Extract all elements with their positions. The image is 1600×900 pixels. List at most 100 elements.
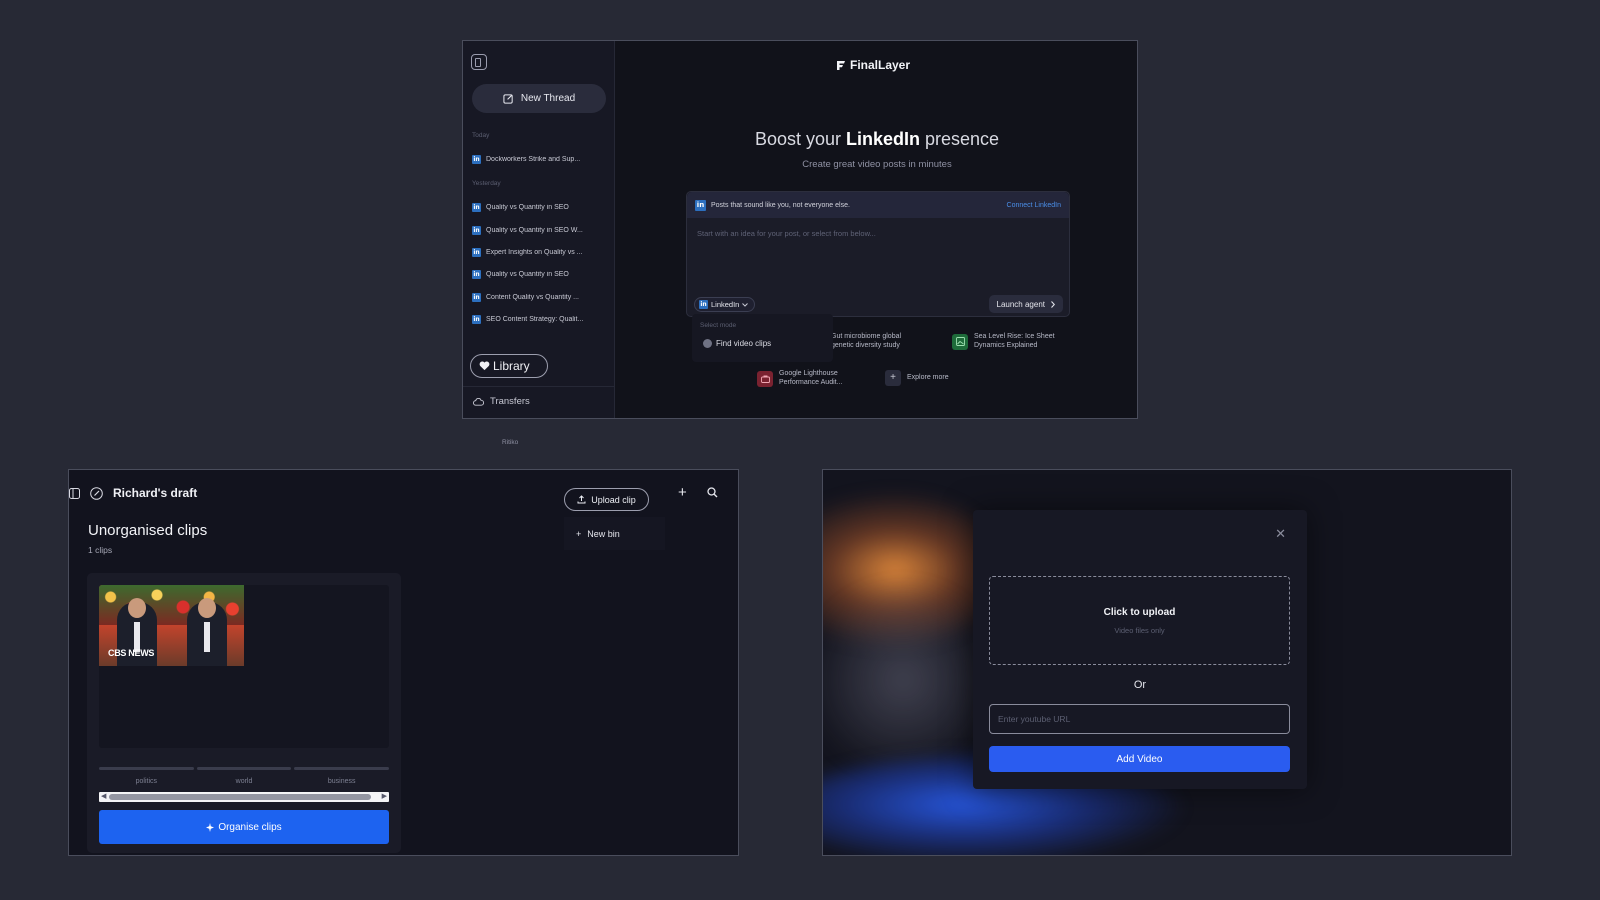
mode-dropdown: Select mode Find video clips	[692, 314, 833, 362]
linkedin-icon: in	[472, 270, 481, 279]
organise-clips-button[interactable]: Organise clips	[99, 810, 389, 844]
new-thread-label: New Thread	[520, 93, 576, 104]
sidebar-thread-item[interactable]: in Content Quality vs Quantity ...	[472, 293, 606, 302]
upload-video-modal: ✕ Click to upload Video files only Or Ad…	[973, 510, 1307, 789]
clip-grid: CBS NEWS	[99, 585, 389, 748]
scroll-left-icon[interactable]: ◀	[101, 793, 106, 801]
clip-thumbnail[interactable]: CBS NEWS	[99, 585, 244, 666]
new-thread-button[interactable]: New Thread	[472, 84, 606, 113]
post-composer: in Posts that sound like you, not everyo…	[686, 191, 1070, 317]
linkedin-icon: in	[472, 155, 481, 164]
suggestion-text: Performance Audit...	[779, 378, 843, 386]
section-title: Unorganised clips	[88, 522, 208, 539]
sidebar-thread-item[interactable]: in SEO Content Strategy: Qualit...	[472, 315, 606, 324]
transfers-button[interactable]: Transfers	[473, 396, 530, 407]
plus-icon: +	[885, 370, 901, 386]
edit-icon	[503, 93, 514, 104]
sidebar-thread-item[interactable]: in Dockworkers Strike and Sup...	[472, 155, 606, 164]
launch-agent-label: Launch agent	[996, 299, 1046, 309]
linkedin-icon: in	[472, 226, 481, 235]
tag-world[interactable]: world	[196, 767, 292, 785]
upload-clip-button[interactable]: Upload clip	[564, 488, 649, 511]
platform-select[interactable]: in LinkedIn	[694, 297, 756, 312]
sidebar-thread-item[interactable]: in Expert Insights on Quality vs ...	[472, 248, 606, 257]
youtube-url-input[interactable]	[989, 704, 1290, 734]
close-icon[interactable]: ✕	[1275, 526, 1286, 542]
mode-option-find-video-clips[interactable]: Find video clips	[703, 339, 771, 348]
edit-icon[interactable]	[90, 486, 103, 500]
linkedin-icon: in	[472, 248, 481, 257]
clip-bin: CBS NEWS politics world business ◀ ▶ Org…	[87, 573, 401, 853]
sidebar-thread-item[interactable]: in Quality vs Quantity in SEO	[472, 203, 606, 212]
or-separator: Or	[1133, 679, 1147, 691]
scroll-right-icon[interactable]: ▶	[382, 793, 387, 801]
draft-header: Richard's draft	[69, 486, 197, 500]
organise-clips-label: Organise clips	[218, 821, 282, 833]
brand-logo: FinalLayer	[836, 58, 910, 72]
sidebar-thread-item[interactable]: in Quality vs Quantity in SEO W...	[472, 226, 606, 235]
composer-banner: in Posts that sound like you, not everyo…	[687, 192, 1069, 218]
sparkle-icon	[206, 822, 215, 832]
suggestion-text: Google Lighthouse	[779, 370, 838, 377]
suggestion-chip[interactable]: Sea Level Rise: Ice Sheet Dynamics Explai…	[952, 333, 1055, 350]
clip-count: 1 clips	[88, 545, 113, 555]
scrollbar-thumb[interactable]	[109, 794, 371, 800]
tag-label: world	[235, 778, 253, 785]
connect-linkedin-link[interactable]: Connect LinkedIn	[1007, 202, 1061, 209]
transfers-label: Transfers	[490, 396, 530, 407]
library-label: Library	[493, 359, 530, 373]
section-yesterday: Yesterday	[472, 180, 501, 187]
linkedin-icon: in	[695, 199, 706, 211]
library-button[interactable]: Library	[470, 354, 548, 378]
brand-name: FinalLayer	[850, 58, 911, 72]
add-icon[interactable]: +	[678, 484, 687, 501]
new-bin-menu-item[interactable]: + New bin	[564, 517, 665, 550]
tag-bar: politics world business	[99, 767, 390, 785]
upload-dropzone[interactable]: Click to upload Video files only	[989, 576, 1290, 665]
linkedin-icon: in	[699, 300, 708, 309]
upload-dialog-window: ✕ Click to upload Video files only Or Ad…	[822, 469, 1512, 856]
dropzone-title: Click to upload	[1103, 607, 1176, 618]
sidebar-divider	[463, 386, 615, 387]
section-today: Today	[472, 132, 490, 139]
tag-business[interactable]: business	[294, 767, 390, 785]
suggestion-text: Gut microbiome global	[831, 333, 902, 340]
heart-icon	[479, 361, 490, 371]
horizontal-scrollbar[interactable]: ◀ ▶	[99, 792, 389, 802]
suggestion-text: genetic diversity study	[831, 341, 900, 349]
add-video-button[interactable]: Add Video	[989, 746, 1290, 772]
thumbnail-person	[187, 598, 227, 666]
mode-option-label: Find video clips	[716, 339, 772, 348]
headline-text: presence	[920, 129, 1000, 149]
tag-label: politics	[135, 778, 158, 785]
finallayer-app-window: New Thread Today in Dockworkers Strike a…	[462, 40, 1138, 419]
sidebar-thread-item[interactable]: in Quality vs Quantity in SEO	[472, 270, 606, 279]
composer-input[interactable]: Start with an idea for your post, or sel…	[697, 229, 876, 238]
tag-label: business	[327, 778, 356, 785]
chevron-down-icon	[742, 302, 749, 307]
page-headline: Boost your LinkedIn presence	[615, 129, 1137, 150]
explore-more-chip[interactable]: + Explore more	[885, 370, 949, 386]
tag-progress	[196, 767, 292, 770]
sidebar-toggle-icon[interactable]	[69, 487, 80, 499]
sidebar-toggle-icon[interactable]	[471, 54, 487, 70]
tag-progress	[294, 767, 390, 770]
panel-caption: Ritiko	[502, 439, 519, 446]
cloud-icon	[473, 397, 484, 406]
platform-select-label: LinkedIn	[711, 300, 740, 309]
search-icon[interactable]	[707, 487, 718, 498]
page-subheadline: Create great video posts in minutes	[802, 159, 952, 170]
linkedin-icon: in	[472, 293, 481, 302]
radio-icon	[703, 339, 712, 348]
tag-politics[interactable]: politics	[99, 767, 194, 785]
upload-clip-label: Upload clip	[591, 494, 636, 505]
briefcase-icon	[757, 370, 773, 387]
draft-title: Richard's draft	[113, 486, 198, 500]
headline-bold-text: LinkedIn	[845, 129, 920, 149]
suggestion-chip[interactable]: Google Lighthouse Performance Audit...	[757, 370, 842, 387]
sidebar: New Thread Today in Dockworkers Strike a…	[463, 41, 615, 418]
chevron-right-icon	[1051, 300, 1055, 308]
composer-banner-text: Posts that sound like you, not everyone …	[711, 201, 850, 209]
clip-organiser-window: Richard's draft Upload clip + + New bin …	[68, 469, 739, 856]
launch-agent-button[interactable]: Launch agent	[988, 295, 1063, 313]
